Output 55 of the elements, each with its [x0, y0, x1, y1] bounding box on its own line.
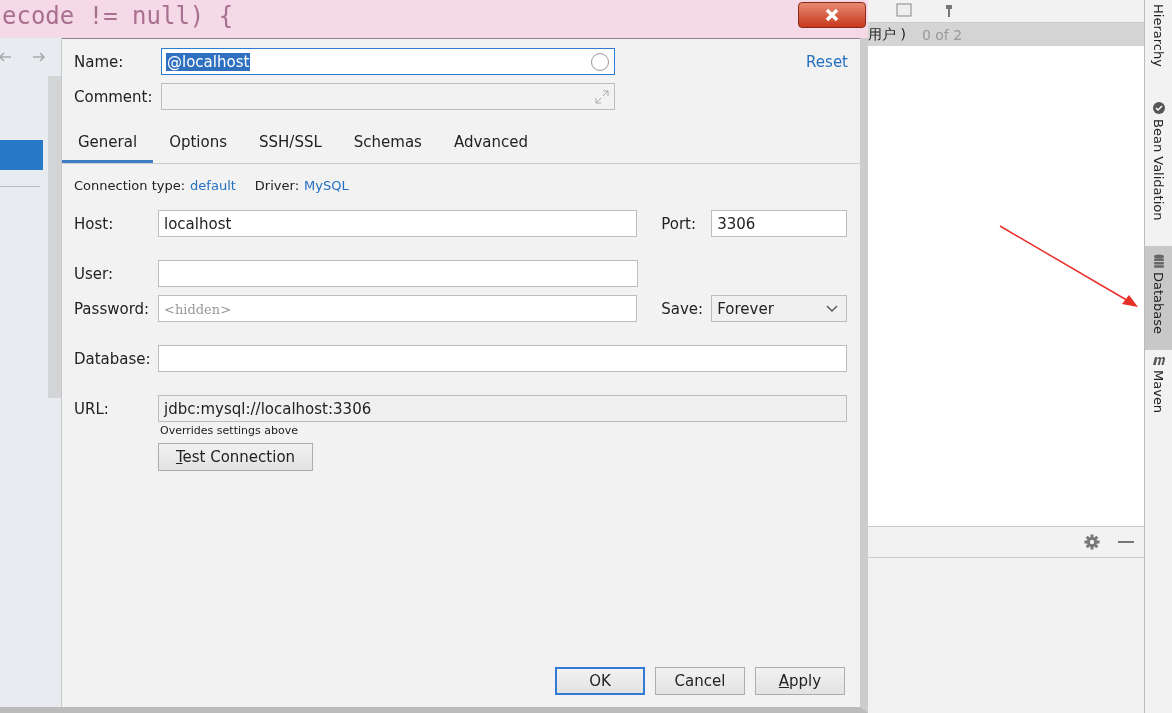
comment-field[interactable] — [161, 83, 615, 110]
result-count: 0 of 2 — [921, 26, 963, 43]
field-label: Password: — [74, 299, 151, 318]
expand-icon — [595, 89, 609, 104]
scrollbar[interactable] — [48, 76, 61, 398]
field-label: Name: — [74, 52, 125, 71]
dialog-button[interactable]: Cancel — [655, 667, 745, 695]
save-dropdown[interactable]: Forever — [711, 295, 847, 322]
list-item[interactable] — [0, 140, 43, 170]
back-arrow-icon[interactable] — [0, 51, 12, 63]
pin-icon[interactable] — [944, 5, 954, 17]
host-field[interactable]: localhost — [158, 210, 638, 237]
dialog-button[interactable]: OK — [555, 667, 645, 695]
circle-icon — [590, 51, 610, 72]
connection-type-link[interactable]: default — [190, 178, 236, 193]
minimize-icon[interactable] — [1118, 540, 1134, 544]
field-label: Save: — [661, 299, 705, 318]
password-field[interactable]: <hidden> — [158, 295, 638, 322]
field-label: Database: — [74, 349, 152, 368]
field-label: URL: — [74, 399, 110, 418]
test-connection-button[interactable]: Test Connection — [158, 443, 313, 471]
maven-icon — [1150, 354, 1167, 367]
dialog-button[interactable]: Apply — [755, 667, 845, 695]
field-label: Host: — [74, 214, 115, 233]
check-badge-icon — [1151, 100, 1166, 115]
database-icon — [1152, 254, 1165, 269]
side-tab[interactable]: Hierarchy — [1145, 0, 1172, 79]
forward-arrow-icon[interactable] — [32, 51, 46, 63]
code-text: ecode != null) { — [1, 1, 234, 32]
field-label: Connection type: — [74, 178, 186, 193]
name-field[interactable]: @localhost — [161, 48, 615, 75]
close-button[interactable] — [798, 2, 866, 28]
tab[interactable]: SSH/SSL — [243, 126, 338, 163]
caret-icon — [826, 304, 838, 313]
user-field[interactable] — [158, 260, 638, 287]
tab[interactable]: Schemas — [337, 126, 438, 163]
field-label: Comment: — [74, 87, 154, 106]
side-tab[interactable]: Bean Validation — [1145, 96, 1172, 233]
tab[interactable]: Advanced — [437, 126, 544, 163]
tab[interactable]: General — [62, 126, 154, 163]
field-label: User: — [74, 264, 114, 283]
side-tab[interactable]: Maven — [1145, 350, 1172, 426]
database-field[interactable] — [158, 345, 847, 372]
ql-icon[interactable] — [896, 3, 912, 19]
tab[interactable]: Options — [153, 126, 243, 163]
reset-link[interactable]: Reset — [806, 52, 848, 71]
side-tab[interactable]: Database — [1145, 246, 1172, 351]
url-field[interactable]: jdbc:mysql://localhost:3306 — [158, 395, 847, 422]
driver-link[interactable]: MySQL — [304, 178, 349, 193]
settings-icon[interactable] — [1084, 534, 1100, 550]
field-label: Driver: — [254, 178, 299, 193]
panel-header-text: 用户 ) — [868, 25, 906, 44]
port-field[interactable]: 3306 — [711, 210, 847, 237]
hint-text: Overrides settings above — [160, 424, 298, 437]
field-label: Port: — [661, 214, 697, 233]
